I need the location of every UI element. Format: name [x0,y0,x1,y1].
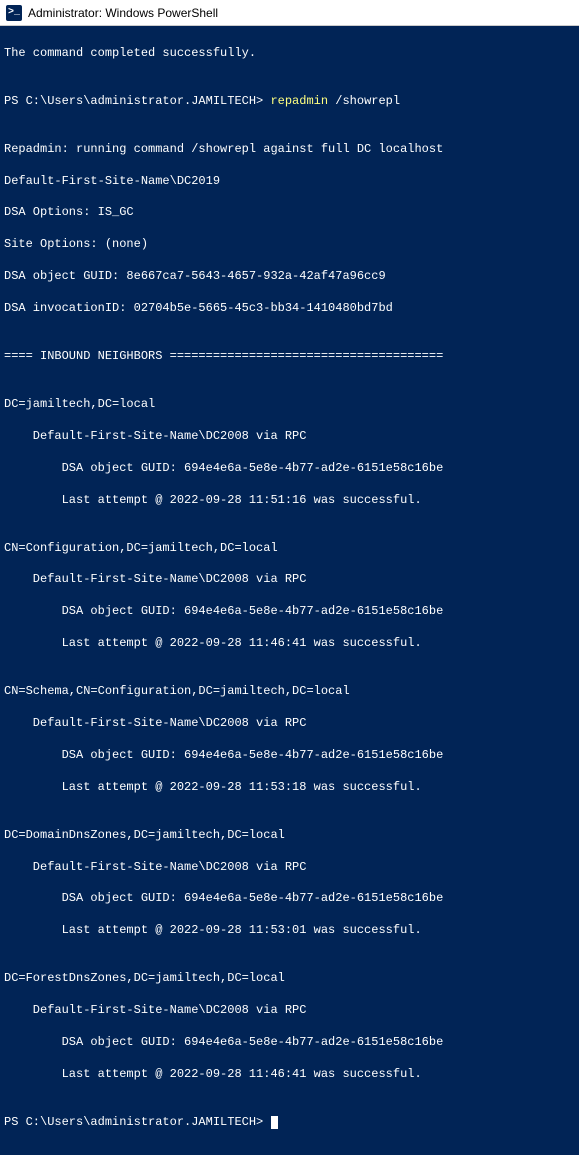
output-line: DSA object GUID: 694e4e6a-5e8e-4b77-ad2e… [4,604,575,620]
output-line: DSA object GUID: 694e4e6a-5e8e-4b77-ad2e… [4,461,575,477]
output-line: The command completed successfully. [4,46,575,62]
output-line: Last attempt @ 2022-09-28 11:53:01 was s… [4,923,575,939]
prompt-path: PS C:\Users\administrator.JAMILTECH> [4,94,270,108]
output-line: DSA object GUID: 8e667ca7-5643-4657-932a… [4,269,575,285]
output-line: Default-First-Site-Name\DC2008 via RPC [4,860,575,876]
output-line: DSA invocationID: 02704b5e-5665-45c3-bb3… [4,301,575,317]
output-line: Last attempt @ 2022-09-28 11:46:41 was s… [4,1067,575,1083]
entered-command: repadmin [270,94,328,108]
output-line: Site Options: (none) [4,237,575,253]
output-line: Default-First-Site-Name\DC2008 via RPC [4,716,575,732]
output-line: DC=DomainDnsZones,DC=jamiltech,DC=local [4,828,575,844]
prompt-path: PS C:\Users\administrator.JAMILTECH> [4,1115,270,1129]
output-line: Last attempt @ 2022-09-28 11:53:18 was s… [4,780,575,796]
output-line: DSA object GUID: 694e4e6a-5e8e-4b77-ad2e… [4,1035,575,1051]
output-line: DSA object GUID: 694e4e6a-5e8e-4b77-ad2e… [4,891,575,907]
powershell-icon: >_ [6,5,22,21]
cursor [271,1116,278,1129]
output-line: DSA object GUID: 694e4e6a-5e8e-4b77-ad2e… [4,748,575,764]
section-header: ==== INBOUND NEIGHBORS =================… [4,349,575,365]
prompt-line[interactable]: PS C:\Users\administrator.JAMILTECH> [4,1115,575,1131]
output-line: Last attempt @ 2022-09-28 11:46:41 was s… [4,636,575,652]
command-arg: /showrepl [328,94,400,108]
prompt-line: PS C:\Users\administrator.JAMILTECH> rep… [4,94,575,110]
window-titlebar[interactable]: >_ Administrator: Windows PowerShell [0,0,579,26]
terminal-output[interactable]: The command completed successfully. PS C… [0,26,579,1155]
output-line: DC=jamiltech,DC=local [4,397,575,413]
output-line: Default-First-Site-Name\DC2008 via RPC [4,572,575,588]
output-line: CN=Configuration,DC=jamiltech,DC=local [4,541,575,557]
output-line: Default-First-Site-Name\DC2008 via RPC [4,429,575,445]
window-title: Administrator: Windows PowerShell [28,6,218,20]
output-line: Repadmin: running command /showrepl agai… [4,142,575,158]
output-line: Last attempt @ 2022-09-28 11:51:16 was s… [4,493,575,509]
output-line: Default-First-Site-Name\DC2008 via RPC [4,1003,575,1019]
output-line: DC=ForestDnsZones,DC=jamiltech,DC=local [4,971,575,987]
output-line: CN=Schema,CN=Configuration,DC=jamiltech,… [4,684,575,700]
output-line: Default-First-Site-Name\DC2019 [4,174,575,190]
output-line: DSA Options: IS_GC [4,205,575,221]
